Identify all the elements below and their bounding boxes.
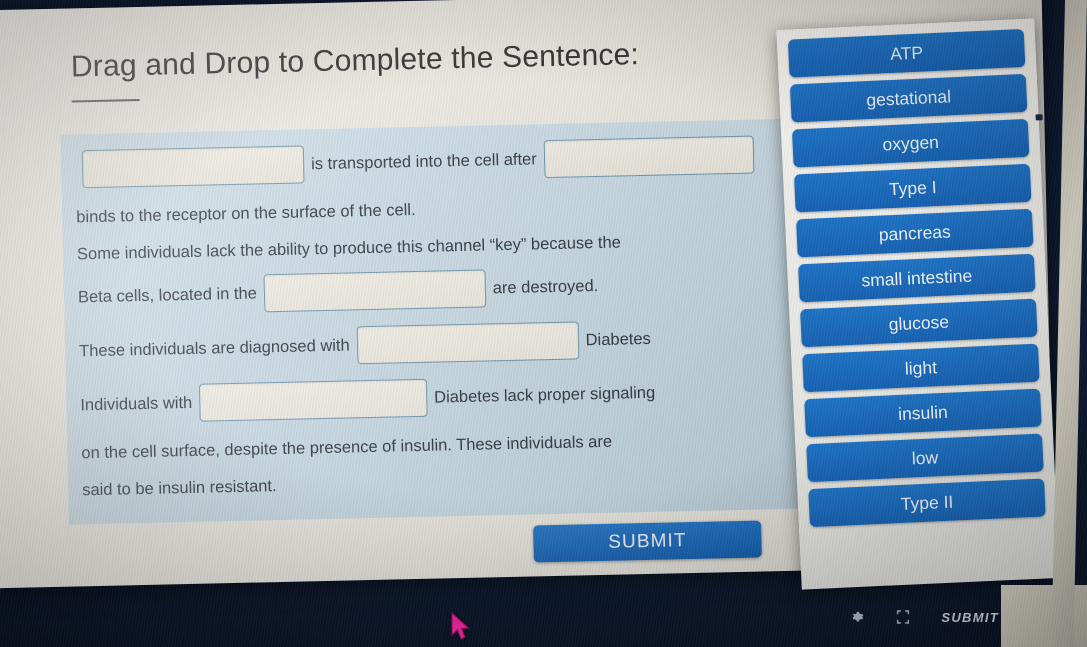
word-bank-item[interactable]: Type I — [793, 163, 1032, 213]
title-underline — [71, 98, 140, 103]
drag-handle-dot[interactable] — [1035, 114, 1043, 121]
sentence-text: is transported into the cell after — [310, 149, 537, 173]
word-bank-item[interactable]: insulin — [804, 388, 1042, 438]
sentence-text: Beta cells, located in the — [77, 284, 258, 307]
sentence-text: binds to the receptor on the surface of … — [76, 200, 416, 227]
submit-button[interactable]: SUBMIT — [533, 520, 762, 563]
sentence-line: Individuals with Diabetes lack proper sig… — [80, 371, 789, 424]
screen-right-edge — [1051, 0, 1087, 647]
sentence-text: said to be insulin resistant. — [82, 476, 277, 499]
toolbar-submit-label: SUBMIT — [941, 609, 999, 625]
sentence-line: Beta cells, located in the are destroyed. — [78, 263, 787, 316]
word-bank-item[interactable]: glucose — [800, 298, 1038, 348]
blank-4[interactable] — [356, 321, 580, 365]
word-bank-item[interactable]: pancreas — [796, 208, 1034, 258]
sentence-block: is transported into the cell after binds … — [60, 118, 809, 525]
sentence-text: These individuals are diagnosed with — [78, 336, 350, 361]
word-bank: ATP gestational oxygen Type Ipancreas small … — [776, 18, 1060, 590]
sentence-line: These individuals are diagnosed with Diab… — [79, 317, 788, 370]
word-bank-item[interactable]: light — [802, 343, 1040, 393]
word-bank-item[interactable]: oxygen — [791, 118, 1030, 168]
word-bank-item[interactable]: ATP — [787, 28, 1026, 78]
word-bank-panel: ATP gestational oxygen Type Ipancreas small … — [776, 18, 1060, 590]
screen-surface: Drag and Drop to Complete the Sentence: … — [0, 0, 1087, 647]
sentence-line: is transported into the cell after — [75, 135, 784, 189]
sentence-line: Some individuals lack the ability to pro… — [77, 226, 785, 267]
page-title: Drag and Drop to Complete the Sentence: — [70, 38, 640, 84]
word-bank-item[interactable]: small intestine — [798, 253, 1036, 303]
blank-5[interactable] — [198, 378, 428, 422]
sentence-text: Some individuals lack the ability to pro… — [76, 233, 622, 264]
blank-1[interactable] — [81, 145, 305, 189]
sentence-text: Individuals with — [80, 393, 193, 415]
sentence-text: on the cell surface, despite the presenc… — [81, 432, 613, 462]
word-bank-item[interactable]: Type II — [808, 478, 1046, 528]
bottom-toolbar: SUBMIT — [0, 587, 1087, 647]
fullscreen-icon[interactable] — [895, 609, 911, 625]
sentence-text: Diabetes — [585, 329, 651, 349]
sentence-line: on the cell surface, despite the presenc… — [81, 425, 789, 466]
sentence-text: are destroyed. — [492, 276, 599, 297]
sentence-line: binds to the receptor on the surface of … — [76, 189, 784, 230]
word-bank-item[interactable]: gestational — [789, 73, 1028, 123]
blank-2[interactable] — [543, 135, 755, 179]
gear-icon[interactable] — [848, 609, 865, 626]
sentence-line: said to be insulin resistant. — [82, 462, 790, 503]
sentence-text: Diabetes lack proper signaling — [433, 383, 656, 407]
blank-3[interactable] — [263, 269, 487, 313]
word-bank-item[interactable]: low — [806, 433, 1044, 483]
